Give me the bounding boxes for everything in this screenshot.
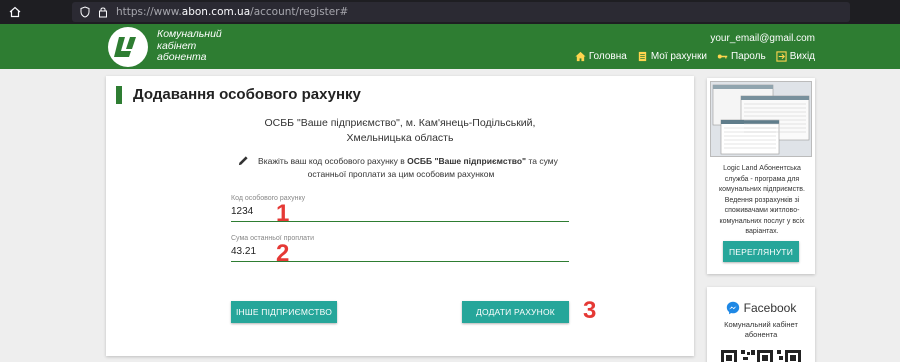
- facebook-subtitle: Комунальний кабінет абонента: [724, 320, 798, 339]
- title-accent: [116, 86, 122, 104]
- exit-icon: [776, 51, 787, 62]
- annotation-2: 2: [276, 240, 290, 267]
- promo-description: Logic Land Абонентська служба - програма…: [719, 165, 805, 235]
- annotation-1: 1: [276, 200, 290, 227]
- qr-code-image[interactable]: [721, 350, 801, 362]
- main-nav: Головна Мої рахунки Пароль Вихід: [575, 51, 815, 62]
- home-icon: [575, 51, 586, 62]
- annotation-3: 3: [583, 297, 597, 324]
- browser-toolbar: https://www.abon.com.ua/account/register…: [0, 0, 900, 24]
- facebook-label: Facebook: [743, 301, 797, 315]
- shield-icon[interactable]: [80, 6, 90, 18]
- add-account-button[interactable]: ДОДАТИ РАХУНОК: [462, 301, 569, 323]
- site-logo[interactable]: [108, 27, 148, 67]
- home-icon[interactable]: [9, 6, 21, 18]
- instruction-text: Вкажіть ваш код особового рахунку в ОСББ…: [258, 156, 558, 179]
- nav-accounts[interactable]: Мої рахунки: [637, 51, 707, 62]
- logo-icon: [114, 37, 136, 57]
- lock-icon[interactable]: [98, 6, 108, 18]
- nav-password-label: Пароль: [730, 51, 766, 62]
- app-screenshot-image: [711, 82, 811, 156]
- org-name-line1: ОСББ "Ваше підприємство", м. Кам'янець-П…: [264, 117, 536, 129]
- promo-card: Logic Land Абонентська служба - програма…: [707, 78, 815, 274]
- page-title: Додавання особового рахунку: [133, 86, 361, 103]
- list-icon: [638, 51, 646, 62]
- facebook-card: Facebook Комунальний кабінет абонента: [707, 287, 815, 362]
- nav-logout-label: Вихід: [789, 51, 815, 62]
- org-name-line2: Хмельницька область: [346, 132, 454, 144]
- url-text: https://www.abon.com.ua/account/register…: [116, 6, 349, 18]
- key-icon: [717, 54, 728, 59]
- address-bar[interactable]: https://www.abon.com.ua/account/register…: [72, 2, 850, 22]
- messenger-icon: [726, 301, 739, 315]
- promo-screenshot[interactable]: [710, 81, 812, 157]
- facebook-title[interactable]: Facebook: [707, 301, 815, 315]
- nav-home[interactable]: Головна: [575, 51, 627, 62]
- logo-caption[interactable]: Комунальний кабінет абонента: [157, 28, 222, 64]
- nav-home-label: Головна: [588, 51, 627, 62]
- nav-password[interactable]: Пароль: [717, 51, 766, 62]
- site-header: Комунальний кабінет абонента your_email@…: [0, 24, 900, 69]
- user-email: your_email@gmail.com: [710, 33, 815, 44]
- nav-accounts-label: Мої рахунки: [650, 51, 707, 62]
- view-promo-button[interactable]: ПЕРЕГЛЯНУТИ: [723, 241, 799, 262]
- nav-logout[interactable]: Вихід: [776, 51, 815, 62]
- other-company-button[interactable]: ІНШЕ ПІДПРИЄМСТВО: [231, 301, 337, 323]
- add-account-card: Додавання особового рахунку ОСББ "Ваше п…: [106, 76, 694, 356]
